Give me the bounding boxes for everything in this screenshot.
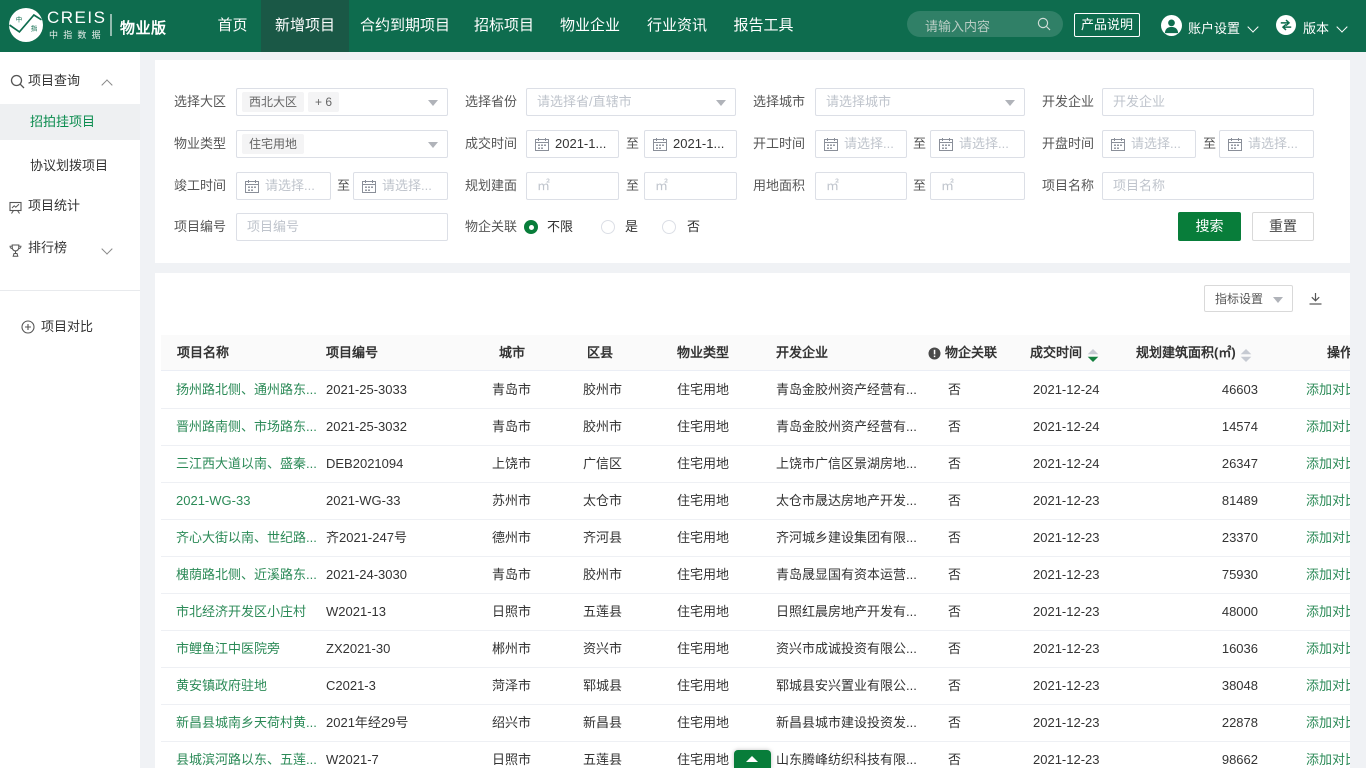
svg-text:指: 指: [31, 23, 38, 32]
svg-text:中: 中: [16, 15, 23, 24]
